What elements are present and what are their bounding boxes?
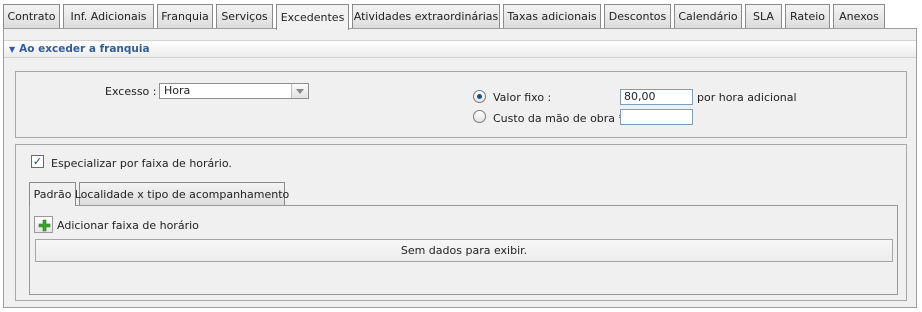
excedentes-panel: ▼ Ao exceder a franquia Excesso : Hora V… — [3, 28, 917, 308]
empty-message: Sem dados para exibir. — [400, 244, 528, 257]
empty-grid: Sem dados para exibir. — [35, 239, 893, 262]
tab-franquia[interactable]: Franquia — [157, 4, 213, 28]
tab-contrato[interactable]: Contrato — [3, 4, 60, 28]
tab-descontos[interactable]: Descontos — [604, 4, 671, 28]
plus-icon — [38, 219, 51, 232]
chevron-down-icon[interactable] — [291, 84, 308, 98]
tab-strip: Contrato Inf. Adicionais Franquia Serviç… — [3, 4, 917, 30]
add-faixa-button[interactable] — [34, 216, 53, 233]
especializar-checkbox[interactable]: ✓ — [31, 155, 44, 168]
tab-excedentes[interactable]: Excedentes — [276, 4, 349, 30]
add-faixa-label[interactable]: Adicionar faixa de horário — [57, 219, 199, 232]
tab-calendario[interactable]: Calendário — [674, 4, 742, 28]
custo-mao-de-obra-label: Custo da mão de obra * — [493, 112, 625, 125]
tab-rateio[interactable]: Rateio — [785, 4, 830, 28]
tab-inf-adicionais[interactable]: Inf. Adicionais — [63, 4, 154, 28]
tab-padrao[interactable]: Padrão — [29, 182, 76, 206]
specialize-box: ✓ Especializar por faixa de horário. Pad… — [15, 144, 907, 301]
especializar-label: Especializar por faixa de horário. — [51, 157, 232, 170]
valor-fixo-label: Valor fixo : — [493, 91, 552, 104]
excesso-select[interactable]: Hora — [159, 83, 309, 99]
tab-servicos[interactable]: Serviços — [216, 4, 273, 28]
collapse-arrow-icon[interactable]: ▼ — [9, 45, 15, 54]
custo-mao-de-obra-input[interactable] — [620, 109, 693, 125]
tab-anexos[interactable]: Anexos — [833, 4, 885, 28]
valor-fixo-input[interactable]: 80,00 — [620, 89, 693, 105]
padrao-tab-panel: Adicionar faixa de horário Sem dados par… — [29, 205, 898, 295]
radio-custo-mao-de-obra[interactable] — [473, 110, 486, 123]
section-title: Ao exceder a franquia — [19, 43, 150, 55]
tab-taxas-adicionais[interactable]: Taxas adicionais — [503, 4, 601, 28]
section-header-ao-exceder[interactable]: ▼ Ao exceder a franquia — [4, 40, 916, 58]
excess-settings-box: Excesso : Hora Valor fixo : 80,00 por ho… — [15, 71, 907, 138]
valor-fixo-suffix: por hora adicional — [697, 91, 797, 104]
tab-sla[interactable]: SLA — [745, 4, 782, 28]
radio-valor-fixo[interactable] — [473, 90, 486, 103]
excesso-selected-value: Hora — [164, 84, 191, 97]
excesso-label: Excesso : — [105, 85, 157, 98]
tab-atividades-extraordinarias[interactable]: Atividades extraordinárias — [352, 4, 500, 28]
tab-localidade-tipo-acompanhamento[interactable]: Localidade x tipo de acompanhamento — [75, 182, 289, 205]
